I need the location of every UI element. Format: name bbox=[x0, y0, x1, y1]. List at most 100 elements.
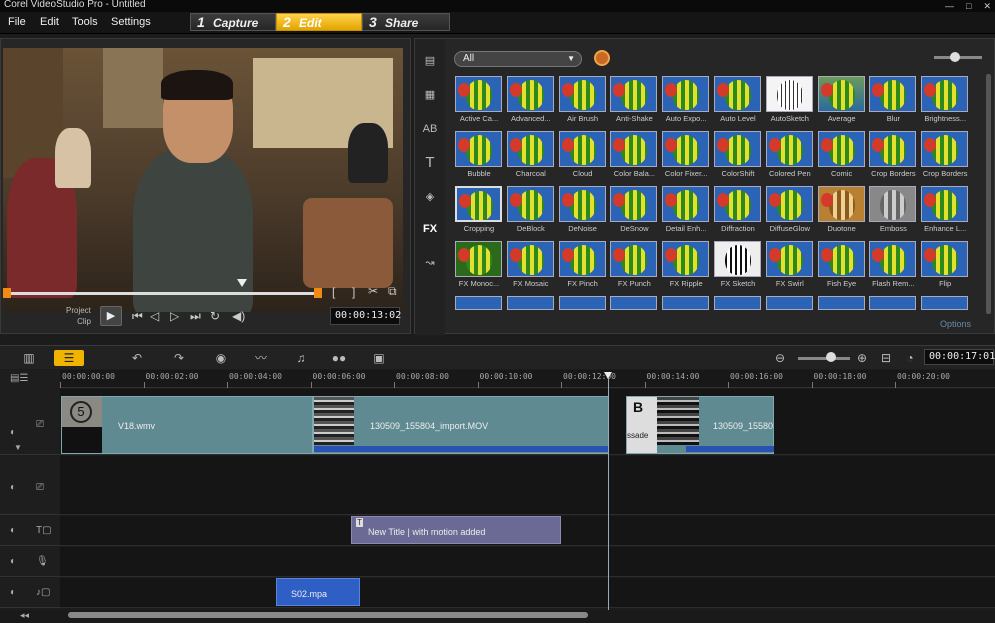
browse-icon[interactable] bbox=[594, 50, 610, 66]
effect-item[interactable]: Advanced... bbox=[506, 76, 557, 123]
effect-item[interactable] bbox=[869, 296, 919, 310]
title-clip[interactable]: T New Title | with motion added bbox=[351, 516, 561, 544]
sound-mixer-icon[interactable]: 〰 bbox=[246, 350, 276, 366]
preview-timecode[interactable]: 00:00:13:02 bbox=[330, 307, 401, 325]
menu-edit[interactable]: Edit bbox=[40, 16, 59, 28]
motion-tracking-icon[interactable]: ●● bbox=[324, 350, 354, 366]
effect-item[interactable]: Color Fixer... bbox=[662, 131, 712, 178]
effect-item[interactable] bbox=[506, 296, 557, 310]
library-scrollbar[interactable] bbox=[986, 74, 991, 314]
auto-music-icon[interactable]: ♫ bbox=[286, 350, 316, 366]
effect-item[interactable]: FX Pinch bbox=[558, 241, 609, 288]
effect-item[interactable]: Cropping bbox=[455, 186, 505, 233]
timeline-view-icon[interactable]: ☰ bbox=[54, 350, 84, 366]
effect-item[interactable]: Fish Eye bbox=[817, 241, 868, 288]
mark-out-icon[interactable]: ] bbox=[352, 285, 355, 299]
effect-item[interactable]: Colored Pen bbox=[765, 131, 816, 178]
mark-in-icon[interactable]: [ bbox=[332, 285, 335, 299]
effect-item[interactable] bbox=[610, 296, 660, 310]
effect-item[interactable] bbox=[714, 296, 764, 310]
track-visibility-icon[interactable]: ◐ bbox=[10, 556, 16, 567]
effect-item[interactable]: Average bbox=[817, 76, 868, 123]
minimize-icon[interactable]: — bbox=[945, 1, 954, 12]
step-capture[interactable]: 1 Capture bbox=[190, 13, 276, 31]
effect-item[interactable]: DiffuseGlow bbox=[765, 186, 816, 233]
effect-item[interactable]: FX Punch bbox=[610, 241, 660, 288]
scroll-left-icon[interactable]: ◂◂ bbox=[20, 610, 29, 621]
overlay-track-lane[interactable] bbox=[60, 456, 995, 515]
split-clip-icon[interactable]: ✂ bbox=[368, 284, 378, 298]
zoom-slider[interactable] bbox=[798, 357, 850, 360]
instant-project-tab-icon[interactable]: ▦ bbox=[419, 85, 441, 105]
effect-item[interactable] bbox=[455, 296, 505, 310]
effect-item[interactable]: Air Brush bbox=[558, 76, 609, 123]
enlarge-preview-icon[interactable]: ⧉ bbox=[388, 284, 397, 299]
storyboard-view-icon[interactable]: ▥ bbox=[14, 350, 44, 366]
effect-item[interactable] bbox=[921, 296, 971, 310]
effect-item[interactable]: FX Monoc... bbox=[455, 241, 505, 288]
effect-item[interactable]: Crop Borders bbox=[921, 131, 971, 178]
undo-icon[interactable]: ↶ bbox=[122, 350, 152, 366]
effect-item[interactable]: ColorShift bbox=[714, 131, 764, 178]
effect-item[interactable]: AutoSketch bbox=[765, 76, 816, 123]
effect-item[interactable]: Blur bbox=[869, 76, 919, 123]
effect-item[interactable] bbox=[765, 296, 816, 310]
home-icon[interactable]: ⏮ bbox=[132, 309, 143, 324]
effect-item[interactable]: Enhance L... bbox=[921, 186, 971, 233]
effect-item[interactable]: Auto Expo... bbox=[662, 76, 712, 123]
track-visibility-icon[interactable]: ◐ bbox=[10, 587, 16, 598]
track-visibility-icon[interactable]: ◐ bbox=[10, 525, 16, 536]
transition-tab-icon[interactable]: AB bbox=[419, 119, 441, 139]
library-filter-dropdown[interactable]: All ▼ bbox=[454, 51, 582, 67]
effect-item[interactable]: DeNoise bbox=[558, 186, 609, 233]
effect-item[interactable]: Anti-Shake bbox=[610, 76, 660, 123]
options-button[interactable]: Options bbox=[940, 319, 971, 329]
step-edit[interactable]: 2 Edit bbox=[276, 13, 362, 31]
effect-item[interactable] bbox=[558, 296, 609, 310]
project-clip-toggle[interactable]: Project Clip bbox=[66, 305, 91, 327]
effect-item[interactable]: Comic bbox=[817, 131, 868, 178]
audio-clip[interactable]: S02.mpa bbox=[276, 578, 360, 606]
menu-file[interactable]: File bbox=[8, 16, 26, 28]
video-clip[interactable]: 5 V18.wmv bbox=[61, 396, 313, 454]
effect-item[interactable]: Brightness... bbox=[921, 76, 971, 123]
play-button[interactable]: ▶ bbox=[100, 306, 122, 326]
zoom-out-icon[interactable]: ⊖ bbox=[770, 350, 790, 366]
effect-item[interactable]: Auto Level bbox=[714, 76, 764, 123]
zoom-in-icon[interactable]: ⊕ bbox=[852, 350, 872, 366]
effect-item[interactable]: FX Sketch bbox=[714, 241, 764, 288]
effect-item[interactable]: FX Ripple bbox=[662, 241, 712, 288]
scrubber-track[interactable] bbox=[6, 292, 318, 295]
zoom-slider-knob[interactable] bbox=[826, 352, 836, 362]
effect-item[interactable]: Diffraction bbox=[714, 186, 764, 233]
effect-item[interactable]: Emboss bbox=[869, 186, 919, 233]
effect-item[interactable]: Detail Enh... bbox=[662, 186, 712, 233]
music-track-lane[interactable] bbox=[60, 578, 995, 608]
fx-tab[interactable]: FX bbox=[419, 219, 441, 239]
effect-item[interactable]: DeBlock bbox=[506, 186, 557, 233]
effect-item[interactable]: Flash Rem... bbox=[869, 241, 919, 288]
track-visibility-icon[interactable]: ◐ bbox=[10, 482, 16, 493]
effect-item[interactable] bbox=[817, 296, 868, 310]
voice-track-lane[interactable] bbox=[60, 547, 995, 577]
next-frame-icon[interactable]: ▷ bbox=[170, 309, 179, 323]
thumbnail-size-knob[interactable] bbox=[950, 52, 960, 62]
track-visibility-icon[interactable]: ◐ bbox=[10, 427, 16, 438]
effect-item[interactable]: FX Mosaic bbox=[506, 241, 557, 288]
end-icon[interactable]: ⏭ bbox=[190, 309, 201, 324]
volume-icon[interactable]: ◀) bbox=[232, 309, 245, 323]
trim-end-handle[interactable] bbox=[314, 288, 322, 298]
scrollbar-thumb[interactable] bbox=[68, 612, 588, 618]
effect-item[interactable]: Active Ca... bbox=[455, 76, 505, 123]
redo-icon[interactable]: ↷ bbox=[164, 350, 194, 366]
timeline-horizontal-scrollbar[interactable] bbox=[68, 612, 588, 618]
effect-item[interactable]: Color Bala... bbox=[610, 131, 660, 178]
step-share[interactable]: 3 Share bbox=[362, 13, 450, 31]
menu-settings[interactable]: Settings bbox=[111, 16, 151, 28]
record-capture-icon[interactable]: ◉ bbox=[206, 350, 236, 366]
effect-item[interactable]: Duotone bbox=[817, 186, 868, 233]
previous-frame-icon[interactable]: ◁ bbox=[150, 309, 159, 323]
effect-item[interactable]: Cloud bbox=[558, 131, 609, 178]
menu-tools[interactable]: Tools bbox=[72, 16, 98, 28]
maximize-icon[interactable]: □ bbox=[966, 1, 971, 12]
